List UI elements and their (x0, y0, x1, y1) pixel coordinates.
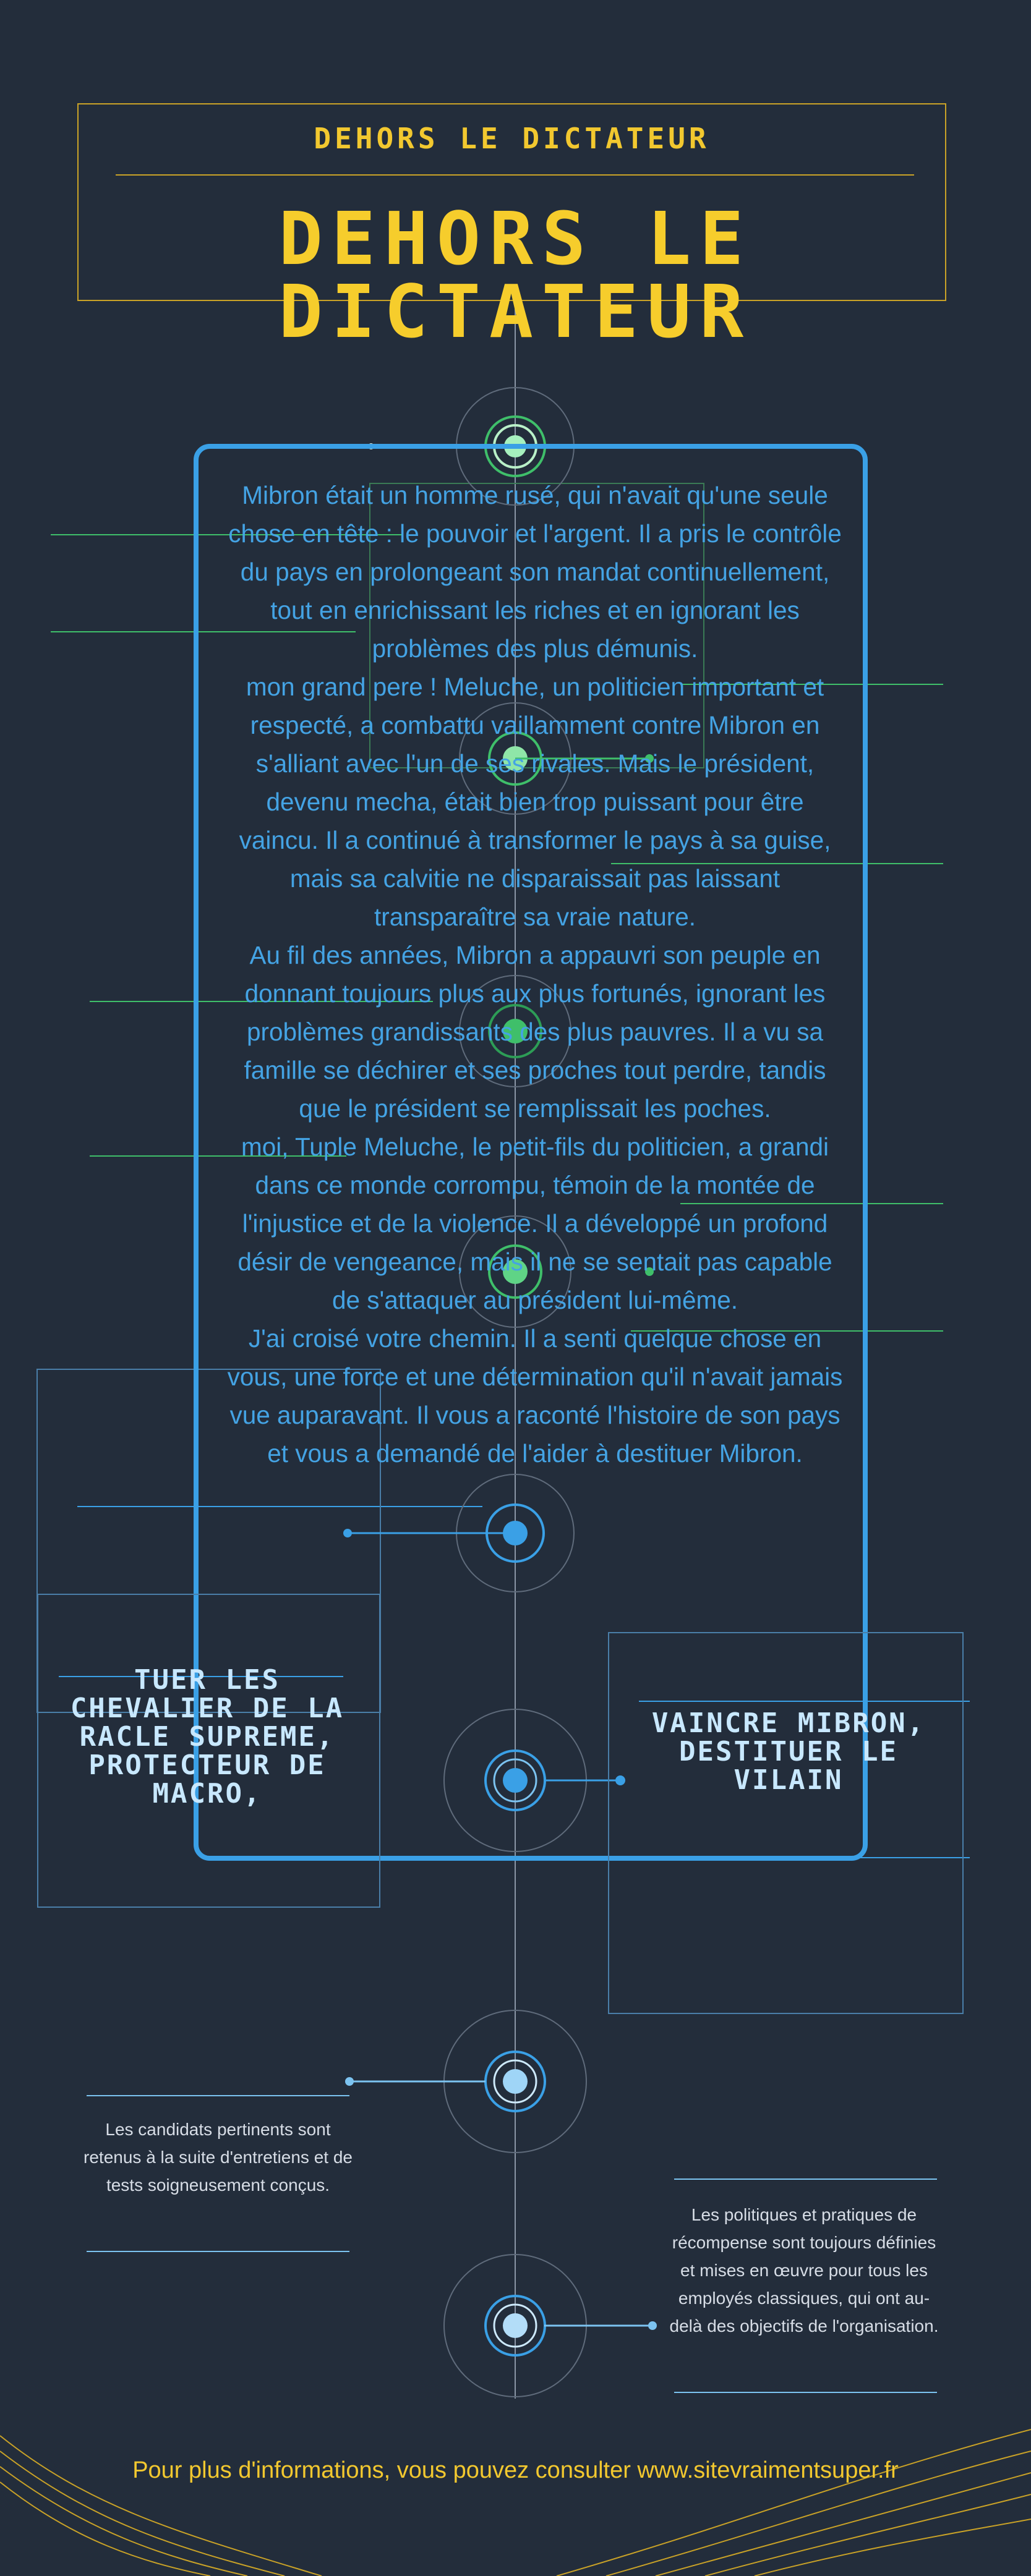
right-objective-card (608, 1632, 964, 2014)
small-title: DEHORS LE DICTATEUR (314, 122, 710, 155)
story-paragraph: mon grand pere ! Meluche, un politicien … (239, 673, 831, 931)
story-paragraph: Mibron était un homme rusé, qui n'avait … (228, 481, 842, 663)
right-objective-title: VAINCRE MIBRON, DESTITUER LE VILAIN (651, 1707, 926, 1796)
story-text: Mibron était un homme rusé, qui n'avait … (226, 476, 844, 1473)
infographic-page: DEHORS LE DICTATEUR DEHORS LE DICTATEUR … (0, 0, 1031, 2576)
main-title-line-1: DEHORS LE (278, 196, 753, 281)
story-paragraph: Au fil des années, Mibron a appauvri son… (244, 941, 826, 1123)
footer-text: Pour plus d'informations, vous pouvez co… (132, 2457, 899, 2483)
main-title: DEHORS LE DICTATEUR (0, 202, 1031, 348)
main-title-line-2: DICTATEUR (278, 269, 753, 354)
story-paragraph: moi, Tuple Meluche, le petit-fils du pol… (237, 1133, 832, 1314)
left-note: Les candidats pertinents sont retenus à … (83, 2120, 353, 2195)
story-paragraph: J'ai croisé votre chemin. Il a senti que… (227, 1324, 843, 1468)
header-divider (116, 174, 914, 176)
left-objective-title: TUER LES CHEVALIER DE LA RACLE SUPREME, … (70, 1664, 344, 1809)
right-note: Les politiques et pratiques de récompens… (669, 2205, 939, 2336)
